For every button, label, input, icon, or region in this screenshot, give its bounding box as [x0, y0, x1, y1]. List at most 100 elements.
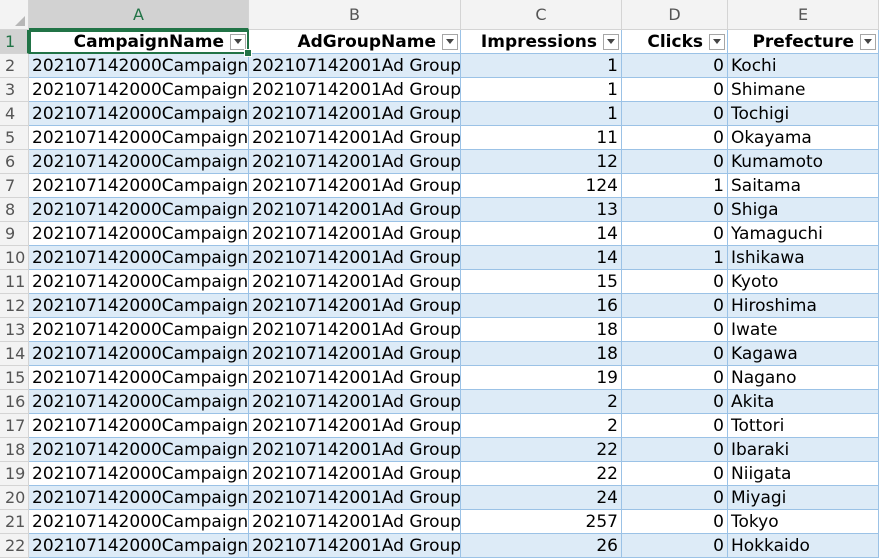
table-cell[interactable]: 11 [461, 126, 622, 150]
row-header[interactable]: 6 [0, 150, 29, 174]
table-cell[interactable]: Kyoto [728, 270, 879, 294]
row-header[interactable]: 3 [0, 78, 29, 102]
table-cell[interactable]: 202107142000Campaign [29, 270, 249, 294]
table-cell[interactable]: 0 [622, 534, 728, 558]
table-cell[interactable]: 124 [461, 174, 622, 198]
table-cell[interactable]: Saitama [728, 174, 879, 198]
table-cell[interactable]: 202107142000Campaign [29, 510, 249, 534]
table-cell[interactable]: 202107142000Campaign [29, 246, 249, 270]
table-cell[interactable]: Shiga [728, 198, 879, 222]
filter-dropdown-icon[interactable] [230, 33, 246, 50]
table-cell[interactable]: 0 [622, 78, 728, 102]
table-cell[interactable]: 0 [622, 222, 728, 246]
table-cell[interactable]: Nagano [728, 366, 879, 390]
table-cell[interactable]: 202107142000Campaign [29, 318, 249, 342]
row-header[interactable]: 16 [0, 390, 29, 414]
table-cell[interactable]: 202107142000Campaign [29, 222, 249, 246]
table-cell[interactable]: 257 [461, 510, 622, 534]
column-header-c[interactable]: C [461, 0, 622, 30]
row-header[interactable]: 20 [0, 486, 29, 510]
table-cell[interactable]: Iwate [728, 318, 879, 342]
table-cell[interactable]: 202107142000Campaign [29, 294, 249, 318]
table-cell[interactable]: 14 [461, 222, 622, 246]
table-cell[interactable]: 202107142000Campaign [29, 486, 249, 510]
row-header[interactable]: 19 [0, 462, 29, 486]
table-cell[interactable]: 16 [461, 294, 622, 318]
table-cell[interactable]: 202107142000Campaign [29, 534, 249, 558]
table-cell[interactable]: Niigata [728, 462, 879, 486]
filter-dropdown-icon[interactable] [709, 33, 725, 50]
table-cell[interactable]: 202107142001Ad Group [249, 102, 461, 126]
filter-dropdown-icon[interactable] [442, 33, 458, 50]
table-cell[interactable]: 0 [622, 390, 728, 414]
table-cell[interactable]: Yamaguchi [728, 222, 879, 246]
table-cell[interactable]: 202107142001Ad Group [249, 294, 461, 318]
header-cell-clicks[interactable]: Clicks [622, 30, 728, 54]
table-cell[interactable]: 202107142001Ad Group [249, 126, 461, 150]
table-cell[interactable]: 202107142001Ad Group [249, 510, 461, 534]
row-header[interactable]: 11 [0, 270, 29, 294]
table-cell[interactable]: 202107142000Campaign [29, 198, 249, 222]
row-header[interactable]: 1 [0, 30, 29, 54]
table-cell[interactable]: Ibaraki [728, 438, 879, 462]
table-cell[interactable]: 202107142001Ad Group [249, 318, 461, 342]
column-header-b[interactable]: B [249, 0, 461, 30]
row-header[interactable]: 5 [0, 126, 29, 150]
table-cell[interactable]: 202107142001Ad Group [249, 54, 461, 78]
table-cell[interactable]: 202107142001Ad Group [249, 486, 461, 510]
table-cell[interactable]: 202107142001Ad Group [249, 174, 461, 198]
table-cell[interactable]: 202107142000Campaign [29, 462, 249, 486]
table-cell[interactable]: 202107142000Campaign [29, 438, 249, 462]
row-header[interactable]: 15 [0, 366, 29, 390]
table-cell[interactable]: 0 [622, 270, 728, 294]
table-cell[interactable]: 202107142000Campaign [29, 390, 249, 414]
table-cell[interactable]: 202107142001Ad Group [249, 438, 461, 462]
column-header-d[interactable]: D [622, 0, 728, 30]
table-cell[interactable]: 202107142001Ad Group [249, 150, 461, 174]
table-cell[interactable]: 0 [622, 54, 728, 78]
row-header[interactable]: 2 [0, 54, 29, 78]
select-all-corner[interactable] [0, 0, 29, 30]
table-cell[interactable]: 202107142000Campaign [29, 150, 249, 174]
filter-dropdown-icon[interactable] [860, 33, 876, 50]
table-cell[interactable]: 1 [461, 102, 622, 126]
table-cell[interactable]: Hokkaido [728, 534, 879, 558]
row-header[interactable]: 22 [0, 534, 29, 558]
table-cell[interactable]: 0 [622, 414, 728, 438]
row-header[interactable]: 21 [0, 510, 29, 534]
table-cell[interactable]: 202107142001Ad Group [249, 462, 461, 486]
table-cell[interactable]: 22 [461, 462, 622, 486]
row-header[interactable]: 17 [0, 414, 29, 438]
table-cell[interactable]: 202107142001Ad Group [249, 366, 461, 390]
table-cell[interactable]: 13 [461, 198, 622, 222]
table-cell[interactable]: 14 [461, 246, 622, 270]
header-cell-prefecture[interactable]: Prefecture [728, 30, 879, 54]
table-cell[interactable]: 202107142001Ad Group [249, 198, 461, 222]
table-cell[interactable]: 26 [461, 534, 622, 558]
table-cell[interactable]: Tokyo [728, 510, 879, 534]
table-cell[interactable]: 0 [622, 438, 728, 462]
table-cell[interactable]: 202107142000Campaign [29, 342, 249, 366]
table-cell[interactable]: 18 [461, 342, 622, 366]
table-cell[interactable]: 202107142000Campaign [29, 54, 249, 78]
table-cell[interactable]: 0 [622, 150, 728, 174]
table-cell[interactable]: 0 [622, 510, 728, 534]
table-cell[interactable]: 1 [461, 78, 622, 102]
table-cell[interactable]: Kagawa [728, 342, 879, 366]
header-cell-campaign-name[interactable]: CampaignName [29, 30, 252, 57]
table-cell[interactable]: 18 [461, 318, 622, 342]
table-cell[interactable]: Ishikawa [728, 246, 879, 270]
table-cell[interactable]: 1 [461, 54, 622, 78]
table-cell[interactable]: 202107142000Campaign [29, 366, 249, 390]
table-cell[interactable]: 202107142001Ad Group [249, 390, 461, 414]
table-cell[interactable]: 22 [461, 438, 622, 462]
table-cell[interactable]: 202107142000Campaign [29, 174, 249, 198]
table-cell[interactable]: Shimane [728, 78, 879, 102]
table-cell[interactable]: 0 [622, 198, 728, 222]
table-cell[interactable]: 0 [622, 462, 728, 486]
table-cell[interactable]: 202107142001Ad Group [249, 534, 461, 558]
table-cell[interactable]: 202107142000Campaign [29, 414, 249, 438]
table-cell[interactable]: 1 [622, 246, 728, 270]
table-cell[interactable]: Hiroshima [728, 294, 879, 318]
row-header[interactable]: 4 [0, 102, 29, 126]
